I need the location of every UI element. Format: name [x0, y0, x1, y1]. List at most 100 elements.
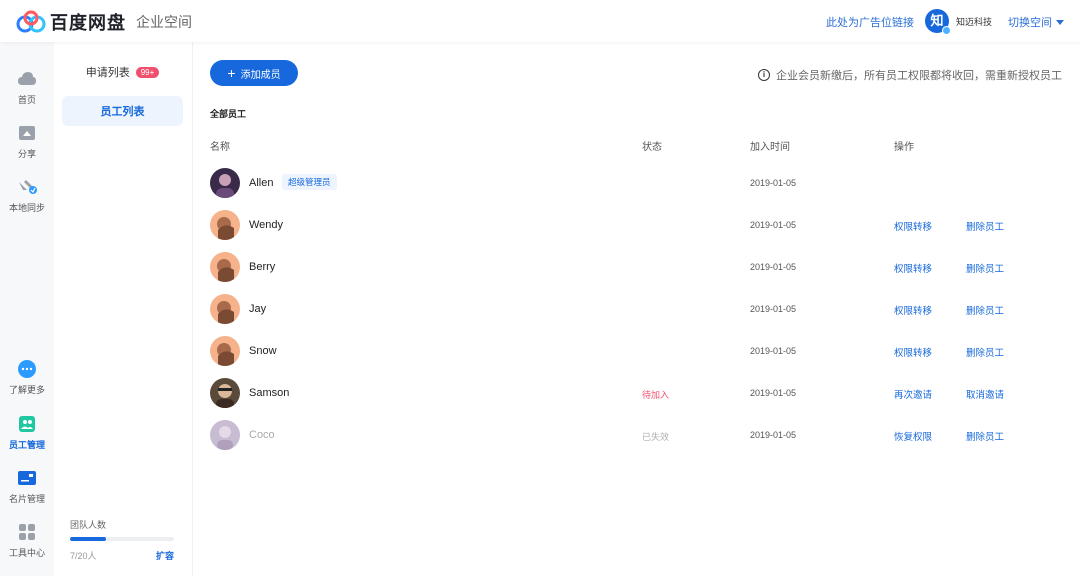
- row-action-primary[interactable]: 恢复权限: [894, 429, 932, 443]
- workspace-label: 企业空间: [136, 14, 192, 30]
- rail-label: 分享: [17, 149, 36, 159]
- team-size-title: 团队人数: [70, 520, 107, 530]
- table-row: Snow 2019-01-05 权限转移 删除员工: [210, 330, 1060, 372]
- switch-space-dropdown[interactable]: 切换空间: [1008, 14, 1064, 30]
- avatar: [210, 420, 240, 450]
- secondary-nav: 申请列表 99+ 员工列表 团队人数 7/20人 扩容: [54, 42, 193, 576]
- join-time: 2019-01-05: [750, 388, 797, 398]
- rail-item-home[interactable]: 首页: [0, 70, 54, 106]
- member-name: Wendy: [249, 219, 284, 231]
- member-name: Coco: [249, 429, 275, 441]
- column-header-status: 状态: [642, 142, 662, 153]
- team-progress-bar: [70, 537, 174, 541]
- cloud-logo-icon: [16, 10, 46, 34]
- join-time: 2019-01-05: [750, 304, 797, 314]
- column-header-actions: 操作: [894, 142, 914, 153]
- plus-icon: +: [227, 65, 236, 81]
- member-name: Allen: [249, 177, 274, 189]
- notice: i 企业会员新缴后，所有员工权限都将收回，需重新授权员工: [758, 67, 1062, 83]
- row-action-secondary[interactable]: 删除员工: [966, 303, 1004, 317]
- add-member-label: 添加成员: [240, 69, 281, 81]
- subnav-label: 员工列表: [100, 106, 145, 118]
- share-icon: [17, 124, 37, 142]
- ad-link[interactable]: 此处为广告位链接: [826, 14, 914, 30]
- rail-item-more[interactable]: 了解更多: [0, 360, 54, 396]
- subnav-item-staff-list[interactable]: 员工列表: [62, 96, 183, 126]
- avatar: [210, 210, 240, 240]
- table-row: Allen 超级管理员 2019-01-05: [210, 162, 1060, 204]
- table-row: Coco 已失效 2019-01-05 恢复权限 删除员工: [210, 414, 1060, 456]
- rail-item-tools[interactable]: 工具中心: [0, 523, 54, 559]
- avatar: [210, 336, 240, 366]
- caret-down-icon: [1056, 20, 1064, 25]
- member-status: 待加入: [642, 390, 670, 400]
- icon-rail: 首页 分享 本地同步 了解更多 员工管理 名片管理 工具中心: [0, 42, 54, 576]
- org-avatar-char: 知: [930, 13, 944, 28]
- notice-text: 企业会员新缴后，所有员工权限都将收回，需重新授权员工: [776, 70, 1062, 82]
- table-row: Berry 2019-01-05 权限转移 删除员工: [210, 246, 1060, 288]
- rail-label: 了解更多: [8, 385, 45, 395]
- table-row: Samson 待加入 2019-01-05 再次邀请 取消邀请: [210, 372, 1060, 414]
- rail-label: 本地同步: [8, 203, 45, 213]
- rail-item-sync[interactable]: 本地同步: [0, 178, 54, 214]
- join-time: 2019-01-05: [750, 262, 797, 272]
- join-time: 2019-01-05: [750, 220, 797, 230]
- team-count: 7/20人: [70, 551, 97, 561]
- switch-space-label: 切换空间: [1008, 17, 1052, 29]
- add-member-button[interactable]: + 添加成员: [210, 60, 298, 86]
- subnav-label: 申请列表: [85, 67, 130, 79]
- join-time: 2019-01-05: [750, 430, 797, 440]
- member-status: 已失效: [642, 432, 670, 442]
- join-time: 2019-01-05: [750, 346, 797, 356]
- member-name: Jay: [249, 303, 267, 315]
- tools-icon: [17, 523, 37, 541]
- section-title: 全部员工: [210, 109, 247, 119]
- row-action-secondary[interactable]: 取消邀请: [966, 387, 1004, 401]
- expand-capacity-link[interactable]: 扩容: [156, 549, 174, 562]
- rail-item-share[interactable]: 分享: [0, 124, 54, 160]
- rail-label: 员工管理: [8, 440, 45, 450]
- column-header-join-time: 加入时间: [750, 142, 790, 153]
- more-icon: [17, 360, 37, 378]
- verified-badge-icon: [942, 26, 951, 35]
- top-header: 百度网盘 企业空间 此处为广告位链接 知 知迈科技 切换空间: [0, 0, 1080, 42]
- staff-icon: [17, 415, 37, 433]
- org-avatar[interactable]: 知: [925, 9, 951, 35]
- main-content: + 添加成员 i 企业会员新缴后，所有员工权限都将收回，需重新授权员工 全部员工…: [193, 42, 1080, 576]
- rail-label: 名片管理: [8, 494, 45, 504]
- row-action-secondary[interactable]: 删除员工: [966, 345, 1004, 359]
- home-cloud-icon: [17, 70, 37, 88]
- team-progress-fill: [70, 537, 107, 541]
- row-action-primary[interactable]: 权限转移: [894, 345, 932, 359]
- row-action-primary[interactable]: 权限转移: [894, 303, 932, 317]
- column-header-name: 名称: [210, 142, 230, 153]
- table-row: Wendy 2019-01-05 权限转移 删除员工: [210, 204, 1060, 246]
- team-size-panel: 团队人数 7/20人 扩容: [70, 518, 180, 562]
- row-action-secondary[interactable]: 删除员工: [966, 219, 1004, 233]
- avatar: [210, 378, 240, 408]
- row-action-primary[interactable]: 再次邀请: [894, 387, 932, 401]
- row-action-secondary[interactable]: 删除员工: [966, 261, 1004, 275]
- row-action-secondary[interactable]: 删除员工: [966, 429, 1004, 443]
- avatar: [210, 294, 240, 324]
- member-name: Berry: [249, 261, 276, 273]
- rail-item-staff[interactable]: 员工管理: [0, 415, 54, 451]
- info-icon: i: [758, 69, 770, 81]
- table-row: Jay 2019-01-05 权限转移 删除员工: [210, 288, 1060, 330]
- member-name: Samson: [249, 387, 290, 399]
- avatar: [210, 168, 240, 198]
- table-header: 名称 状态 加入时间 操作: [210, 138, 1060, 153]
- row-action-primary[interactable]: 权限转移: [894, 261, 932, 275]
- avatar: [210, 252, 240, 282]
- logo[interactable]: 百度网盘: [16, 9, 126, 35]
- org-name: 知迈科技: [956, 17, 993, 27]
- logo-text: 百度网盘: [50, 13, 126, 33]
- join-time: 2019-01-05: [750, 178, 797, 188]
- card-icon: [17, 469, 37, 487]
- role-tag: 超级管理员: [282, 174, 337, 190]
- row-action-primary[interactable]: 权限转移: [894, 219, 932, 233]
- subnav-item-apply-list[interactable]: 申请列表 99+: [62, 57, 183, 87]
- rail-item-cards[interactable]: 名片管理: [0, 469, 54, 505]
- rail-label: 工具中心: [8, 548, 45, 558]
- member-name: Snow: [249, 345, 277, 357]
